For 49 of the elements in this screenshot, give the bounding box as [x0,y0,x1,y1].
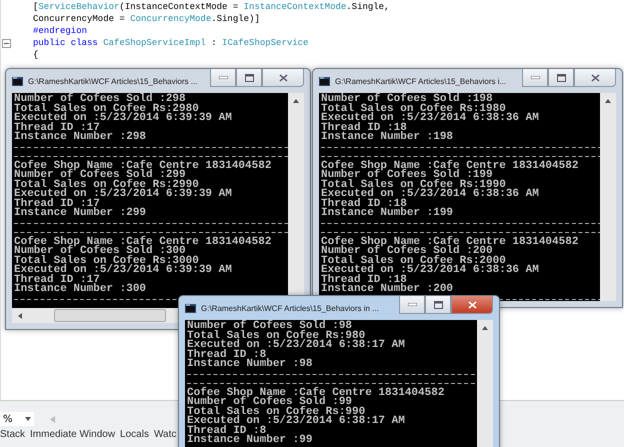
console-line: Instance Number :299 [14,209,148,218]
panel-tab[interactable]: Stack [0,429,26,440]
console-app-icon [185,304,196,312]
console-line: Thread ID :8 [187,350,266,360]
close-icon [590,74,600,82]
minimize-button[interactable] [399,296,425,314]
maximize-icon [434,300,442,308]
console-line: Instance Number :300 [14,285,148,294]
panel-tab[interactable]: Immediate Window [30,429,116,440]
code-line: #endregion [33,25,88,37]
dropdown-caret-icon [24,417,31,421]
console-app-icon [319,76,330,86]
maximize-icon [556,74,566,82]
scroll-left-icon[interactable] [18,312,22,318]
scroll-up-icon[interactable] [605,99,611,103]
minimize-button[interactable] [210,69,236,87]
console-line: Thread ID :8 [187,426,266,436]
console-line: Executed on :5/23/2014 6:38:17 AM [187,341,406,350]
close-icon [278,74,288,82]
scroll-up-icon[interactable] [293,99,299,103]
code-line: [ServiceBehavior(InstanceContextMode = InstanceContextMode.Single, [33,1,390,13]
console-line: Executed on :5/23/2014 6:39:39 AM [14,114,233,124]
minimize-icon [218,76,228,79]
minimize-button[interactable] [522,69,548,87]
scroll-up-icon[interactable] [482,326,488,330]
close-button[interactable] [574,69,616,87]
window-title: G:\RameshKartik\WCF Articles\15_Behaviors i... [335,76,506,86]
code-line: { [33,49,40,61]
close-icon [468,300,476,308]
maximize-button[interactable] [236,69,262,87]
console-line: Executed on :5/23/2014 6:38:36 AM [321,114,540,124]
collapse-icon[interactable] [2,39,11,48]
maximize-button[interactable] [425,296,451,314]
panel-tab[interactable]: Locals [120,429,149,440]
close-button[interactable] [262,69,304,87]
panel-tab[interactable]: Watc [154,429,176,440]
window-title: G:\RameshKartik\WCF Articles\15_Behaviors in ... [201,304,379,312]
console-line: Instance Number :298 [14,133,148,142]
zoom-dropdown[interactable]: % [0,412,34,426]
maximize-icon [244,74,254,82]
minimize-icon [408,303,416,306]
console-app-icon [12,76,23,86]
scroll-thumb[interactable] [54,309,166,322]
close-button[interactable] [451,296,493,314]
minimize-icon [530,76,540,79]
window-title: G:\RameshKartik\WCF Articles\15_Behaviors ... [28,76,198,86]
maximize-button[interactable] [548,69,574,87]
code-line: ConcurrencyMode = ConcurrencyMode.Single)] [33,13,261,25]
code-line: public class CafeShopServiceImpl : ICafeShopService [33,37,310,49]
